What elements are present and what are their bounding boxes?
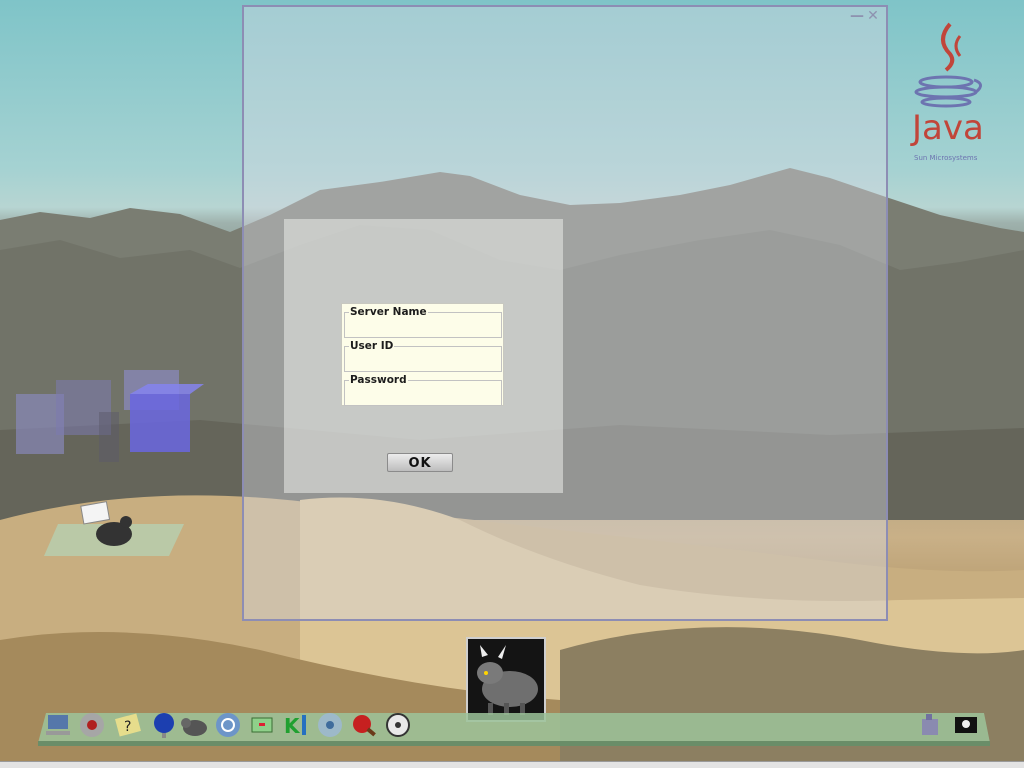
3d-cubes-widget[interactable] (14, 362, 204, 472)
close-icon[interactable]: ✕ (866, 9, 880, 23)
film-icon[interactable] (384, 711, 412, 739)
svg-text:K: K (284, 714, 301, 738)
network-icon[interactable] (214, 711, 242, 739)
bottom-panel-strip (0, 761, 1024, 768)
password-field: Password (344, 374, 502, 406)
server-name-field: Server Name (344, 306, 502, 338)
login-window[interactable]: — ✕ Server Name User ID Password OK (242, 5, 888, 621)
user-id-field: User ID (344, 340, 502, 372)
user-id-input[interactable] (347, 353, 501, 371)
table-tennis-icon[interactable] (350, 711, 378, 739)
kde-icon[interactable]: K (282, 711, 310, 739)
help-icon[interactable]: ? (114, 711, 142, 739)
sun-microsystems-label: Sun Microsystems (914, 154, 978, 162)
user-id-label: User ID (349, 340, 395, 352)
goat-icon[interactable] (180, 711, 208, 739)
globe-icon[interactable] (150, 711, 178, 739)
password-input[interactable] (347, 387, 501, 405)
ok-button[interactable]: OK (387, 453, 453, 472)
goat-icon (468, 639, 544, 720)
password-label: Password (349, 374, 408, 386)
mail-goat-widget[interactable] (44, 500, 184, 560)
java-cup-icon (914, 22, 982, 108)
login-form: Server Name User ID Password (341, 303, 504, 406)
terminal-icon[interactable] (248, 711, 276, 739)
castle-icon[interactable] (916, 711, 944, 739)
window-controls: — ✕ (850, 9, 880, 23)
server-name-input[interactable] (347, 319, 501, 337)
desktop-background: Java Sun Microsystems — ✕ Server Name Us… (0, 0, 1024, 768)
disc-icon[interactable] (78, 711, 106, 739)
computer-icon[interactable] (44, 711, 72, 739)
java-wordmark: Java (912, 108, 984, 148)
svg-text:?: ? (124, 719, 131, 735)
minimize-icon[interactable]: — (850, 9, 864, 23)
taskbar: ? K (38, 711, 990, 747)
login-panel: Server Name User ID Password OK (284, 219, 563, 493)
pirate-flag-icon[interactable] (952, 711, 980, 739)
goat-preview-thumbnail[interactable] (466, 637, 546, 722)
server-name-label: Server Name (349, 306, 428, 318)
cd-icon[interactable] (316, 711, 344, 739)
java-logo: Java Sun Microsystems (906, 20, 986, 170)
